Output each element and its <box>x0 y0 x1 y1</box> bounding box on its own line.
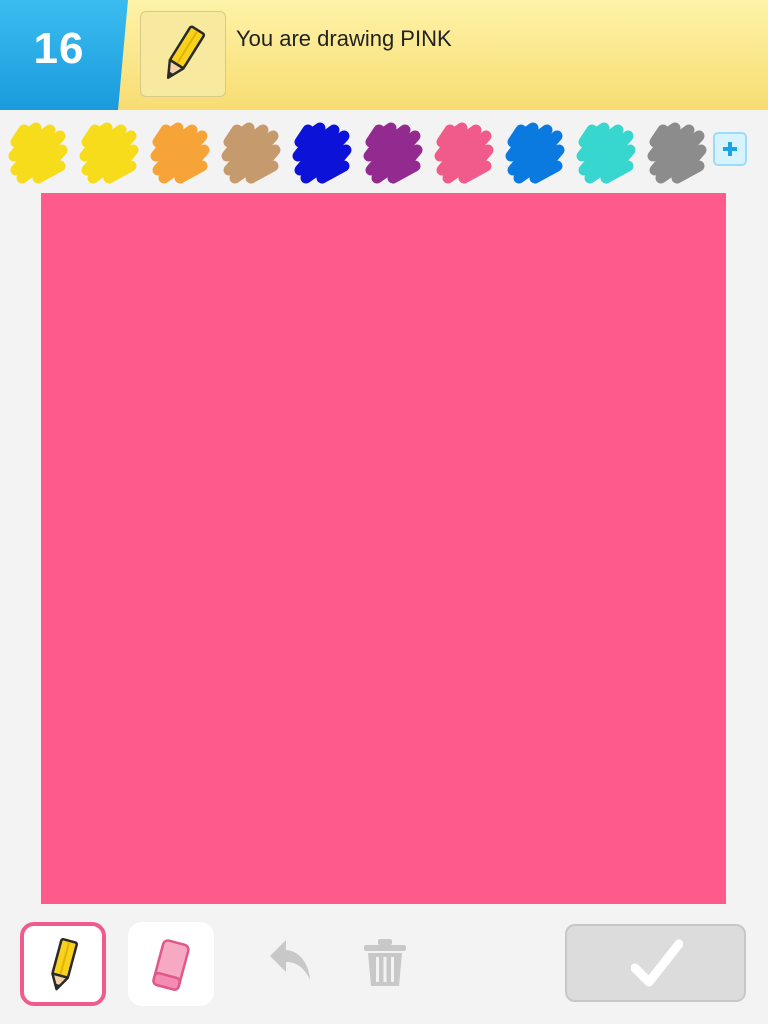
pencil-tool-button[interactable] <box>20 922 106 1006</box>
scribble-icon <box>434 122 494 184</box>
eraser-tool-button[interactable] <box>128 922 214 1006</box>
scribble-icon <box>505 122 565 184</box>
drawing-pencil-icon-box <box>140 11 226 97</box>
checkmark-icon <box>631 939 683 987</box>
drawing-prompt: You are drawing PINK <box>236 26 452 51</box>
scribble-icon <box>8 122 68 184</box>
scribble-icon <box>221 122 281 184</box>
trash-button[interactable] <box>362 938 408 993</box>
scribble-icon <box>576 122 636 184</box>
scribble-icon <box>363 122 423 184</box>
pencil-icon <box>51 938 78 991</box>
color-swatch[interactable] <box>363 120 425 184</box>
color-swatch[interactable] <box>505 120 567 184</box>
color-swatch[interactable] <box>434 120 496 184</box>
scribble-icon <box>647 122 707 184</box>
header-bar: 16 You are drawing PINK <box>0 0 768 110</box>
round-number: 16 <box>33 24 85 73</box>
color-swatch[interactable] <box>221 120 283 184</box>
undo-arrow-icon <box>270 940 310 980</box>
color-swatch[interactable] <box>79 120 141 184</box>
undo-button[interactable] <box>266 936 316 993</box>
pencil-icon <box>166 25 206 79</box>
round-badge: 16 <box>0 0 128 110</box>
color-swatch[interactable] <box>576 120 638 184</box>
scribble-icon <box>292 122 352 184</box>
drawing-canvas[interactable] <box>41 193 726 904</box>
color-palette <box>0 112 768 190</box>
done-button[interactable] <box>565 924 746 1002</box>
scribble-icon <box>79 122 139 184</box>
add-color-button[interactable] <box>713 132 747 166</box>
color-swatch[interactable] <box>292 120 354 184</box>
trash-icon <box>364 939 406 986</box>
eraser-icon <box>152 939 190 991</box>
color-swatch[interactable] <box>8 120 70 184</box>
color-swatch[interactable] <box>150 120 212 184</box>
color-swatch[interactable] <box>647 120 709 184</box>
scribble-icon <box>150 122 210 184</box>
